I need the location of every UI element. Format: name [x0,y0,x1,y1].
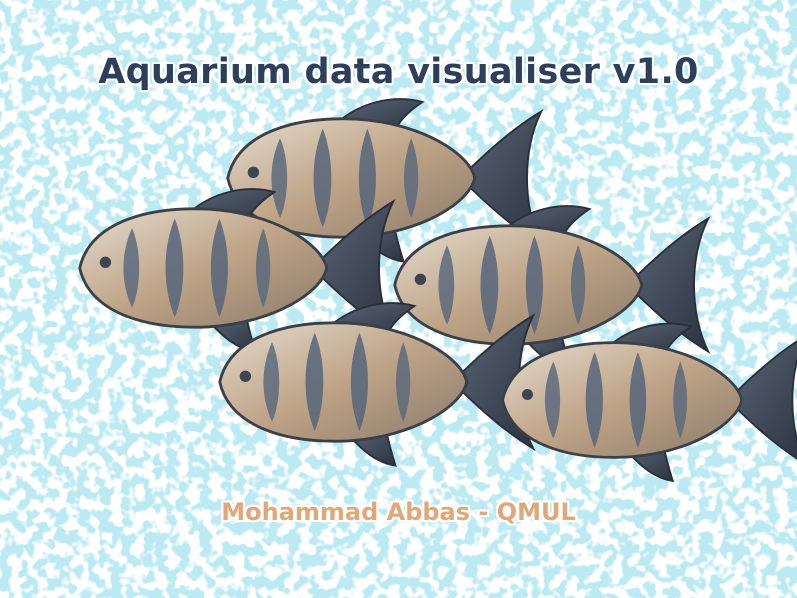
author-credit: Mohammad Abbas - QMUL [221,498,576,526]
app-title: Aquarium data visualiser v1.0 [98,52,699,92]
splash-screen: Aquarium data visualiser v1.0 Mohammad A… [0,0,797,598]
